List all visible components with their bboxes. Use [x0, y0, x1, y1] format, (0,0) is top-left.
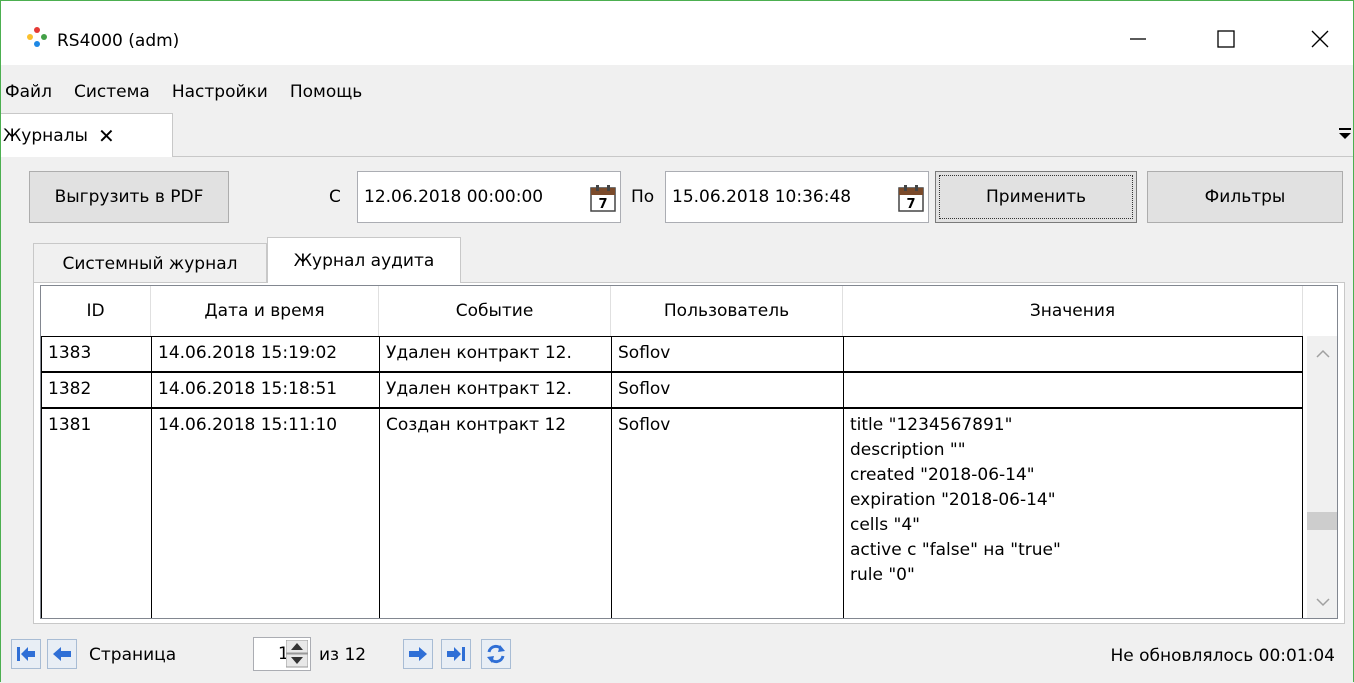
tab-journals-label: Журналы	[3, 126, 88, 146]
maximize-button[interactable]	[1197, 19, 1255, 59]
scroll-up-icon[interactable]	[1315, 346, 1331, 360]
focus-rect	[939, 175, 1133, 219]
column-header-user[interactable]: Пользователь	[611, 286, 843, 336]
cell-event: Создан контракт 12	[379, 408, 611, 618]
cell-user: Soflov	[611, 372, 843, 408]
value-line: cells "4"	[850, 515, 920, 535]
value-line: description ""	[850, 440, 966, 460]
close-tab-icon[interactable]: ✕	[98, 124, 115, 148]
vertical-scrollbar[interactable]	[1307, 336, 1337, 618]
scroll-thumb[interactable]	[1307, 512, 1337, 530]
table-row[interactable]: 1382 14.06.2018 15:18:51 Удален контракт…	[41, 372, 1303, 408]
cell-user: Soflov	[611, 336, 843, 372]
cell-event: Удален контракт 12.	[379, 372, 611, 408]
cell-values	[843, 372, 1303, 408]
prev-page-button[interactable]	[47, 639, 77, 669]
first-page-button[interactable]	[11, 639, 41, 669]
minimize-button[interactable]	[1109, 19, 1167, 59]
from-label: С	[329, 187, 341, 207]
menu-file[interactable]: Файл	[1, 82, 60, 102]
scroll-down-icon[interactable]	[1315, 594, 1331, 608]
svg-text:7: 7	[598, 197, 607, 212]
journals-content: Выгрузить в PDF С 12.06.2018 00:00:00 7 …	[1, 157, 1353, 683]
cell-user: Soflov	[611, 408, 843, 618]
value-line: active с "false" на "true"	[850, 540, 1061, 560]
cell-id: 1382	[41, 372, 151, 408]
window-title: RS4000 (adm)	[57, 31, 180, 51]
last-page-icon	[447, 647, 465, 661]
page-label: Страница	[89, 645, 177, 665]
next-page-icon	[409, 647, 427, 661]
table-row[interactable]: 1383 14.06.2018 15:19:02 Удален контракт…	[41, 336, 1303, 372]
to-label: По	[631, 187, 655, 207]
tab-audit-log[interactable]: Журнал аудита	[267, 237, 461, 283]
calendar-icon[interactable]: 7	[898, 184, 924, 212]
cell-values	[843, 336, 1303, 372]
last-page-button[interactable]	[441, 639, 471, 669]
audit-grid: ID Дата и время Событие Пользователь Зна…	[40, 285, 1338, 619]
cell-values: title "1234567891" description "" create…	[843, 408, 1303, 618]
app-window: RS4000 (adm) Файл Система Настройки Помо…	[0, 0, 1354, 683]
document-tab-strip: Журналы ✕	[1, 113, 1353, 158]
filters-button[interactable]: Фильтры	[1147, 171, 1343, 223]
cell-event: Удален контракт 12.	[379, 336, 611, 372]
cell-id: 1383	[41, 336, 151, 372]
calendar-icon[interactable]: 7	[590, 184, 616, 212]
menu-system[interactable]: Система	[66, 82, 158, 102]
value-line: created "2018-06-14"	[850, 465, 1035, 485]
pager: Страница 1 из 12 Не обновлялось 00:01:04	[1, 627, 1353, 683]
value-line: title "1234567891"	[850, 415, 1013, 435]
table-row[interactable]: 1381 14.06.2018 15:11:10 Создан контракт…	[41, 408, 1303, 618]
export-pdf-button[interactable]: Выгрузить в PDF	[29, 171, 229, 223]
date-from-field[interactable]: 12.06.2018 00:00:00 7	[357, 171, 621, 223]
cell-datetime: 14.06.2018 15:18:51	[151, 372, 379, 408]
svg-text:7: 7	[906, 197, 915, 212]
prev-page-icon	[53, 647, 71, 661]
title-bar: RS4000 (adm)	[1, 1, 1353, 65]
column-header-datetime[interactable]: Дата и время	[151, 286, 379, 336]
date-from-value: 12.06.2018 00:00:00	[364, 187, 544, 207]
page-number-input[interactable]: 1	[253, 637, 311, 671]
menu-help[interactable]: Помощь	[282, 82, 370, 102]
date-to-field[interactable]: 15.06.2018 10:36:48 7	[665, 171, 929, 223]
close-window-button[interactable]	[1291, 19, 1349, 59]
value-line: expiration "2018-06-14"	[850, 490, 1056, 510]
menu-bar: Файл Система Настройки Помощь	[1, 75, 1353, 109]
column-header-event[interactable]: Событие	[379, 286, 611, 336]
page-spinner-icon[interactable]	[285, 639, 309, 668]
grid-header: ID Дата и время Событие Пользователь Зна…	[41, 286, 1337, 336]
audit-log-panel: ID Дата и время Событие Пользователь Зна…	[33, 282, 1345, 624]
update-status: Не обновлялось 00:01:04	[1110, 646, 1335, 666]
cell-datetime: 14.06.2018 15:19:02	[151, 336, 379, 372]
first-page-icon	[17, 647, 35, 661]
date-to-value: 15.06.2018 10:36:48	[672, 187, 852, 207]
tab-journals[interactable]: Журналы ✕	[1, 113, 173, 158]
app-logo-icon	[25, 25, 49, 49]
value-line: rule "0"	[850, 565, 915, 585]
tab-system-log[interactable]: Системный журнал	[33, 243, 267, 283]
apply-button[interactable]: Применить	[935, 171, 1137, 223]
tab-overflow-icon[interactable]	[1337, 125, 1353, 141]
refresh-button[interactable]	[481, 639, 511, 669]
column-header-id[interactable]: ID	[41, 286, 151, 336]
next-page-button[interactable]	[403, 639, 433, 669]
cell-datetime: 14.06.2018 15:11:10	[151, 408, 379, 618]
cell-id: 1381	[41, 408, 151, 618]
menu-settings[interactable]: Настройки	[164, 82, 276, 102]
page-count-label: из 12	[319, 645, 367, 665]
refresh-icon	[487, 644, 505, 664]
column-header-values[interactable]: Значения	[843, 286, 1303, 336]
